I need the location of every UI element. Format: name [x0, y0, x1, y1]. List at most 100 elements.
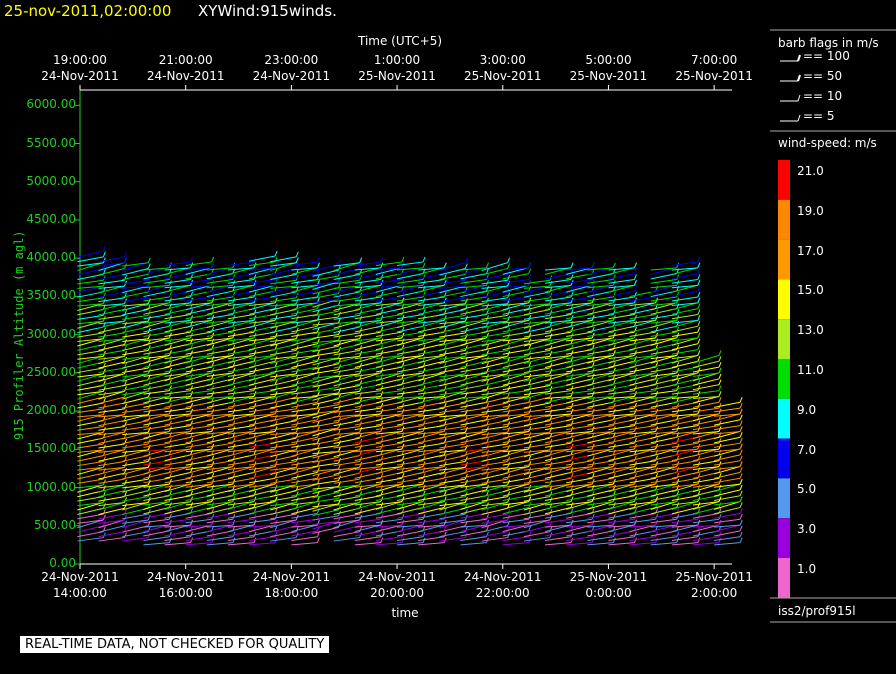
- wind-barb-flag: [190, 484, 194, 491]
- wind-barb-flag: [359, 333, 363, 339]
- wind-barb-flag: [739, 519, 743, 526]
- wind-barb-flag: [147, 351, 151, 357]
- wind-barb-flag: [697, 262, 701, 269]
- wind-barb-flag: [443, 514, 447, 520]
- wind-barb-flag: [507, 380, 511, 386]
- wind-barb-flag: [612, 484, 616, 491]
- wind-barb-flag: [422, 437, 426, 444]
- wind-barb-flag: [697, 321, 701, 327]
- wind-barb-flag: [739, 531, 743, 537]
- wind-barb-flag: [655, 519, 659, 526]
- wind-barb-flag: [739, 449, 743, 456]
- wind-barb-flag: [697, 280, 701, 286]
- colorbar-swatch: [778, 518, 790, 558]
- wind-barb-flag: [528, 432, 532, 438]
- wind-barb-flag: [124, 339, 127, 345]
- wind-barb-flag: [102, 503, 106, 509]
- wind-barb-flag: [528, 285, 532, 292]
- wind-barb-flag: [316, 356, 320, 362]
- wind-barb-flag: [443, 262, 447, 269]
- wind-barb-flag: [718, 397, 722, 403]
- wind-barb: [248, 454, 276, 462]
- colorbar-swatch: [778, 398, 790, 439]
- speed-legend-title: wind-speed: m/s: [778, 136, 877, 150]
- wind-barb: [98, 472, 125, 480]
- wind-barb-flag: [168, 391, 172, 397]
- wind-barb: [312, 293, 339, 299]
- wind-barb-flag: [655, 502, 659, 508]
- wind-barb: [671, 366, 698, 373]
- wind-barb: [396, 349, 424, 355]
- wind-barb-flag: [211, 519, 215, 526]
- wind-barb-flag: [591, 437, 595, 444]
- wind-barb-flag: [739, 525, 743, 532]
- wind-barb: [312, 509, 339, 517]
- wind-barb-flag: [124, 514, 127, 521]
- wind-barb: [566, 349, 593, 355]
- wind-barb-flag: [591, 502, 595, 508]
- wind-barb-flag: [633, 356, 637, 362]
- wind-barb-flag: [274, 514, 278, 520]
- wind-barb-flag: [443, 414, 447, 420]
- wind-barb-flag: [697, 519, 701, 526]
- wind-barb-flag: [464, 380, 468, 386]
- wind-barb-flag: [147, 526, 151, 532]
- wind-barb-flag: [633, 519, 637, 526]
- wind-barb-flag: [253, 437, 257, 444]
- wind-barb: [98, 385, 125, 391]
- wind-barb: [312, 351, 339, 357]
- wind-barb: [312, 386, 339, 393]
- wind-barb: [714, 419, 741, 426]
- wind-barb-flag: [507, 397, 511, 404]
- wind-barb-flag: [633, 280, 637, 286]
- wind-barb-flag: [570, 519, 574, 526]
- wind-barb-flag: [697, 291, 701, 298]
- wind-barb: [714, 530, 741, 537]
- wind-barb-flag: [232, 502, 236, 508]
- wind-barb-flag: [422, 309, 426, 315]
- wind-barb-flag: [359, 257, 363, 263]
- wind-barb: [396, 495, 424, 502]
- wind-barb-flag: [549, 333, 553, 339]
- wind-barb-flag: [190, 309, 194, 315]
- wind-barb-flag: [655, 437, 659, 444]
- wind-barb-flag: [168, 502, 172, 508]
- wind-barb-flag: [718, 373, 722, 379]
- wind-barb: [77, 256, 104, 263]
- wind-barb-flag: [570, 391, 574, 397]
- wind-barb-flag: [380, 484, 384, 491]
- wind-barb-flag: [338, 504, 341, 511]
- wind-barb: [714, 454, 741, 462]
- wind-barb-flag: [190, 356, 194, 362]
- wind-barb-flag: [591, 309, 595, 315]
- wind-barb-flag: [612, 420, 616, 426]
- colorbar-swatch: [778, 319, 790, 359]
- wind-barb-flag: [380, 519, 384, 526]
- wind-barb-flag: [316, 449, 320, 456]
- colorbar-label: 3.0: [797, 522, 817, 537]
- wind-barb-flag: [549, 298, 553, 304]
- wind-barb-flag: [359, 508, 363, 515]
- wind-barb-flag: [380, 420, 384, 426]
- wind-barb-flag: [338, 457, 341, 464]
- wind-barb-flag: [359, 380, 363, 386]
- wind-barb-flag: [464, 526, 468, 532]
- wind-barb-flag: [316, 268, 320, 274]
- wind-barb-flag: [147, 263, 151, 269]
- wind-barb-flag: [124, 356, 127, 363]
- wind-barb-flag: [295, 427, 299, 433]
- wind-barb-flag: [211, 262, 215, 269]
- wind-barb: [312, 497, 339, 503]
- wind-barb-flag: [124, 450, 127, 456]
- wind-barb: [98, 402, 125, 409]
- wind-barb-flag: [295, 351, 299, 357]
- wind-barb-flag: [591, 420, 595, 426]
- wind-barb: [98, 420, 125, 427]
- wind-barb-flag: [124, 275, 127, 281]
- wind-barb-flag: [232, 484, 236, 491]
- wind-barb-flag: [612, 356, 616, 362]
- wind-barb-flag: [612, 519, 616, 526]
- wind-barb-flag: [739, 473, 743, 479]
- wind-barb-flag: [316, 285, 320, 292]
- wind-barb-flag: [676, 373, 680, 379]
